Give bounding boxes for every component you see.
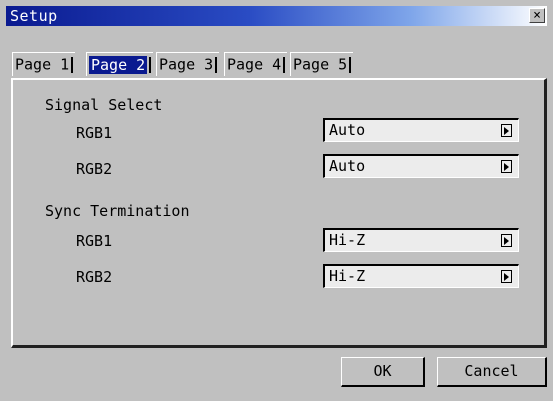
signal-select-heading: Signal Select: [45, 96, 163, 114]
sync-rgb2-label: RGB2: [76, 268, 113, 286]
tab-divider: [71, 56, 74, 73]
sync-rgb1-dropdown[interactable]: Hi-Z: [323, 228, 519, 252]
tab-page-3[interactable]: Page 3: [156, 52, 220, 76]
tab-label: Page 4: [227, 55, 282, 74]
arrow-right-icon[interactable]: [501, 270, 512, 283]
settings-panel: Signal Select RGB1 Auto RGB2 Auto Sync T…: [11, 78, 547, 348]
signal-rgb2-dropdown[interactable]: Auto: [323, 154, 519, 178]
dropdown-value: Hi-Z: [329, 231, 366, 249]
tab-page-1[interactable]: Page 1: [12, 52, 76, 76]
dropdown-value: Hi-Z: [329, 267, 366, 285]
dropdown-value: Auto: [329, 157, 366, 175]
setup-dialog: Setup × Page 1 Page 2 Page 3 Page 4 Page…: [0, 0, 553, 401]
sync-rgb2-dropdown[interactable]: Hi-Z: [323, 264, 519, 288]
tab-label: Page 5: [293, 55, 348, 74]
cancel-button[interactable]: Cancel: [437, 357, 547, 387]
sync-termination-heading: Sync Termination: [45, 202, 190, 220]
arrow-right-icon[interactable]: [501, 124, 512, 137]
tab-divider: [283, 56, 286, 73]
ok-button[interactable]: OK: [341, 357, 425, 387]
dropdown-value: Auto: [329, 121, 366, 139]
tab-label: Page 2: [89, 55, 148, 74]
tab-divider: [149, 56, 152, 73]
signal-rgb2-label: RGB2: [76, 160, 113, 178]
tab-label: Page 3: [159, 55, 214, 74]
tab-page-2[interactable]: Page 2: [86, 52, 154, 76]
arrow-right-icon[interactable]: [501, 160, 512, 173]
tab-divider: [215, 56, 218, 73]
arrow-right-icon[interactable]: [501, 234, 512, 247]
sync-rgb1-label: RGB1: [76, 232, 113, 250]
close-icon[interactable]: ×: [529, 8, 545, 23]
window-title: Setup: [10, 7, 58, 25]
title-bar[interactable]: Setup ×: [6, 6, 547, 26]
signal-rgb1-dropdown[interactable]: Auto: [323, 118, 519, 142]
tab-page-4[interactable]: Page 4: [224, 52, 288, 76]
tab-label: Page 1: [15, 55, 70, 74]
signal-rgb1-label: RGB1: [76, 124, 113, 142]
tab-page-5[interactable]: Page 5: [290, 52, 354, 76]
tab-divider: [349, 56, 352, 73]
